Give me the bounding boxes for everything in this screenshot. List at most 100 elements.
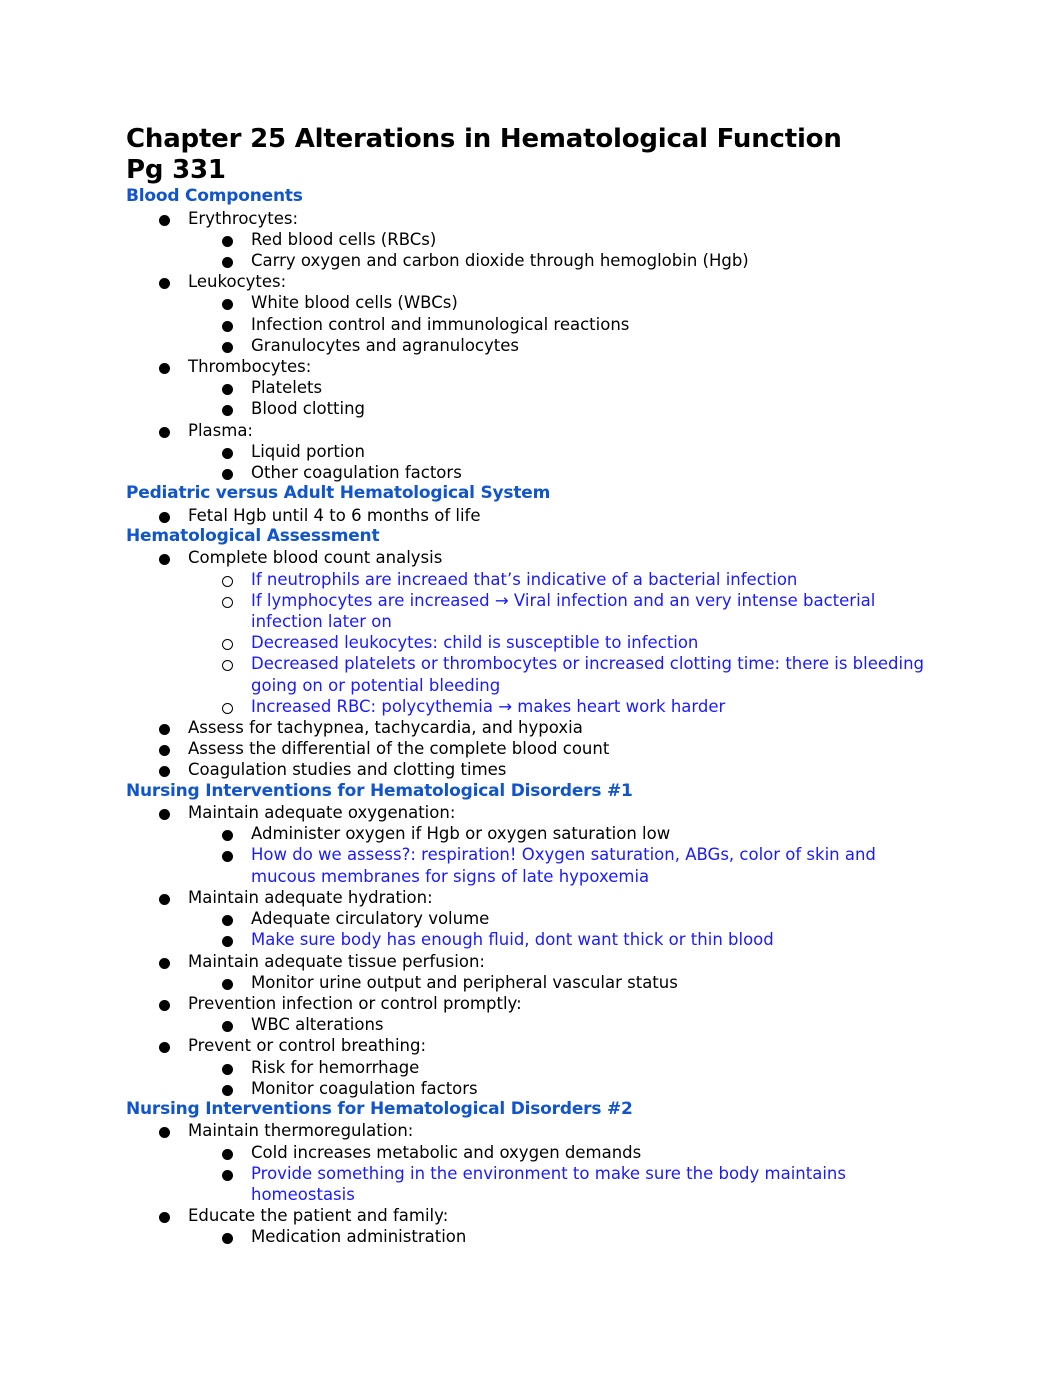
sub-list-item-text: Carry oxygen and carbon dioxide through … xyxy=(251,250,749,270)
sub-list-item-text: Adequate circulatory volume xyxy=(251,909,490,929)
list-item: Coagulation studies and clotting times xyxy=(126,759,926,780)
bullet-filled-icon xyxy=(159,893,170,905)
list-item: Fetal Hgb until 4 to 6 months of life xyxy=(126,505,926,526)
list-item: Maintain adequate oxygenation: xyxy=(126,802,926,823)
sub-list-item: Monitor urine output and peripheral vasc… xyxy=(126,972,926,993)
sublist-container: Medication administration xyxy=(126,1226,926,1247)
bullet-list: Maintain thermoregulation: Cold increases… xyxy=(126,1120,926,1247)
section-heading: Nursing Interventions for Hematological … xyxy=(126,780,633,801)
title-line-1: Chapter 25 Alterations in Hematological … xyxy=(126,124,842,154)
sub-bullet-list: Red blood cells (RBCs) Carry oxygen and c… xyxy=(126,229,926,271)
annotation-text: If lymphocytes are increased → Viral inf… xyxy=(251,590,876,631)
list-item: Maintain thermoregulation: xyxy=(126,1120,926,1141)
bullet-filled-icon xyxy=(159,766,170,778)
sub-list-item-text: Monitor coagulation factors xyxy=(251,1078,478,1098)
bullet-filled-icon xyxy=(222,915,233,927)
bullet-filled-icon xyxy=(222,1169,233,1181)
bullet-filled-icon xyxy=(159,999,170,1011)
list-item-text: Leukocytes: xyxy=(188,272,287,292)
sub-bullet-list: White blood cells (WBCs) Infection contro… xyxy=(126,292,926,356)
list-item-text: Plasma: xyxy=(188,420,253,440)
bullet-filled-icon xyxy=(159,957,170,969)
bullet-filled-icon xyxy=(222,1021,233,1033)
sub-list-item: Increased RBC: polycythemia → makes hear… xyxy=(126,696,926,717)
list-item: Maintain adequate hydration: xyxy=(126,887,926,908)
section-heading: Blood Components xyxy=(126,186,303,206)
list-item-text: Prevention infection or control promptly… xyxy=(188,993,522,1013)
bullet-filled-icon xyxy=(159,723,170,735)
bullet-filled-icon xyxy=(222,256,233,268)
list-item: Prevention infection or control promptly… xyxy=(126,993,926,1014)
bullet-filled-icon xyxy=(222,468,233,480)
list-item-text: Maintain thermoregulation: xyxy=(188,1121,414,1141)
sub-bullet-list: Medication administration xyxy=(126,1226,926,1247)
bullet-hollow-icon xyxy=(222,596,233,608)
sub-list-item: Platelets xyxy=(126,377,926,398)
sub-list-item: Monitor coagulation factors xyxy=(126,1078,926,1099)
list-item: Maintain adequate tissue perfusion: xyxy=(126,951,926,972)
list-item-text: Prevent or control breathing: xyxy=(188,1036,427,1056)
sublist-container: WBC alterations xyxy=(126,1014,926,1035)
sub-list-item: Blood clotting xyxy=(126,398,926,419)
list-item: Complete blood count analysis xyxy=(126,547,926,568)
sub-list-item: Granulocytes and agranulocytes xyxy=(126,335,926,356)
section-heading: Hematological Assessment xyxy=(126,525,380,546)
list-item-text: Maintain adequate oxygenation: xyxy=(188,803,456,823)
sub-list-item: If neutrophils are increaed that’s indic… xyxy=(126,569,926,590)
list-item-text: Fetal Hgb until 4 to 6 months of life xyxy=(188,505,481,525)
bullet-filled-icon xyxy=(222,978,233,990)
list-item-text: Coagulation studies and clotting times xyxy=(188,760,507,780)
document-page: Chapter 25 Alterations in Hematological … xyxy=(126,124,926,1248)
annotation-text: Decreased leukocytes: child is susceptib… xyxy=(251,633,699,653)
sub-bullet-list: Adequate circulatory volume Make sure bod… xyxy=(126,908,926,950)
annotation-text: Increased RBC: polycythemia → makes hear… xyxy=(251,696,726,716)
sub-list-item: Liquid portion xyxy=(126,441,926,462)
sub-bullet-list: Cold increases metabolic and oxygen dema… xyxy=(126,1142,926,1206)
bullet-filled-icon xyxy=(222,830,233,842)
sub-list-item-text: WBC alterations xyxy=(251,1015,384,1035)
list-item: Thrombocytes: xyxy=(126,356,926,377)
sub-list-item-text: Administer oxygen if Hgb or oxygen satur… xyxy=(251,824,671,844)
list-item-text: Complete blood count analysis xyxy=(188,548,443,568)
sub-list-item: Adequate circulatory volume xyxy=(126,908,926,929)
annotation-text: How do we assess?: respiration! Oxygen s… xyxy=(251,845,876,886)
bullet-hollow-icon xyxy=(222,702,233,714)
sub-list-item: Medication administration xyxy=(126,1226,926,1247)
sub-list-item: Red blood cells (RBCs) xyxy=(126,229,926,250)
annotation-text: Decreased platelets or thrombocytes or i… xyxy=(251,654,925,695)
bullet-filled-icon xyxy=(222,384,233,396)
list-item: Plasma: xyxy=(126,420,926,441)
bullet-filled-icon xyxy=(222,447,233,459)
bullet-filled-icon xyxy=(159,1212,170,1224)
list-item: Educate the patient and family: xyxy=(126,1205,926,1226)
annotation-text: Provide something in the environment to … xyxy=(251,1163,846,1205)
bullet-list: Erythrocytes: Red blood cells (RBCs) Carry… xyxy=(126,208,926,484)
bullet-hollow-icon xyxy=(222,575,233,587)
list-item-text: Thrombocytes: xyxy=(188,356,312,376)
annotation-text: If neutrophils are increaed that’s indic… xyxy=(251,569,798,589)
bullet-filled-icon xyxy=(222,936,233,948)
bullet-list: Maintain adequate oxygenation: Administer… xyxy=(126,802,926,1099)
sub-bullet-list: WBC alterations xyxy=(126,1014,926,1035)
sub-list-item: Cold increases metabolic and oxygen dema… xyxy=(126,1142,926,1163)
sub-list-item: Provide something in the environment to … xyxy=(126,1163,926,1205)
sub-list-item: Administer oxygen if Hgb or oxygen satur… xyxy=(126,823,926,844)
list-item: Erythrocytes: xyxy=(126,208,926,229)
bullet-filled-icon xyxy=(222,299,233,311)
bullet-filled-icon xyxy=(159,426,170,438)
title-line-2: Pg 331 xyxy=(126,155,226,185)
list-item-text: Assess the differential of the complete … xyxy=(188,739,610,759)
sub-list-item: Decreased platelets or thrombocytes or i… xyxy=(126,653,926,695)
sub-list-item: How do we assess?: respiration! Oxygen s… xyxy=(126,844,926,886)
bullet-filled-icon xyxy=(222,851,233,863)
sub-bullet-list: Administer oxygen if Hgb or oxygen satur… xyxy=(126,823,926,887)
sublist-container: Liquid portion Other coagulation factors xyxy=(126,441,926,483)
list-item: Leukocytes: xyxy=(126,271,926,292)
sublist-container: Risk for hemorrhage Monitor coagulation f… xyxy=(126,1057,926,1099)
sub-list-item: WBC alterations xyxy=(126,1014,926,1035)
bullet-filled-icon xyxy=(222,320,233,332)
sub-list-item-text: Infection control and immunological reac… xyxy=(251,314,630,334)
sub-list-item-text: Monitor urine output and peripheral vasc… xyxy=(251,972,678,992)
sub-bullet-list: Liquid portion Other coagulation factors xyxy=(126,441,926,483)
sublist-container: If neutrophils are increaed that’s indic… xyxy=(126,569,926,717)
